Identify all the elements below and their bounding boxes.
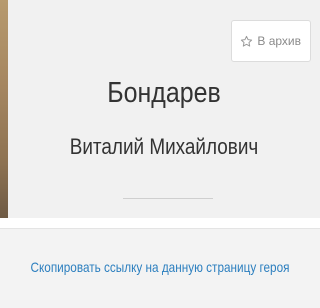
- hero-card: В архив Бондарев Виталий Михайлович: [8, 0, 320, 218]
- share-link-bar: Скопировать ссылку на данную страницу ге…: [0, 228, 320, 308]
- archive-button-label: В архив: [257, 34, 301, 48]
- hero-surname: Бондарев: [107, 77, 221, 109]
- hero-page: В архив Бондарев Виталий Михайлович Скоп…: [0, 0, 320, 308]
- hero-photo: [0, 0, 8, 218]
- star-outline-icon: [240, 35, 253, 48]
- divider: [123, 198, 213, 199]
- copy-page-link[interactable]: Скопировать ссылку на данную страницу ге…: [26, 257, 295, 277]
- hero-given-names: Виталий Михайлович: [69, 134, 259, 159]
- archive-button[interactable]: В архив: [231, 20, 311, 62]
